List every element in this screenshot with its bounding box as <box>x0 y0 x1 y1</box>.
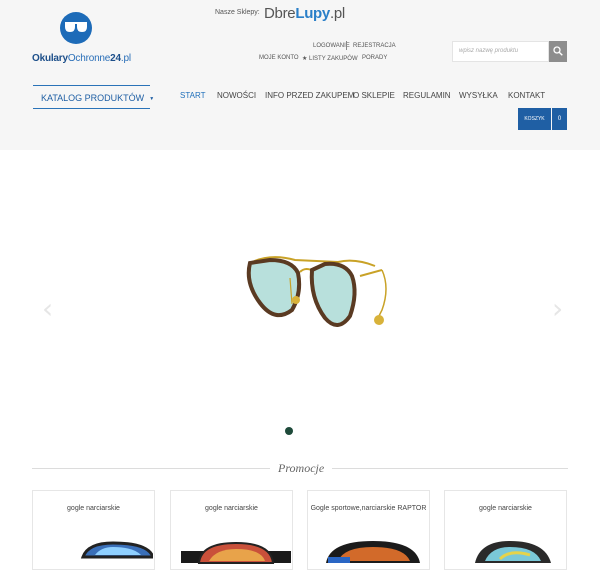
register-link[interactable]: Rejestracja <box>353 43 396 49</box>
search-icon <box>553 46 563 56</box>
product-card[interactable]: gogle narciarskie <box>170 490 293 570</box>
product-card[interactable]: Gogle sportowe,narciarskie RAPTOR <box>307 490 430 570</box>
product-title[interactable]: gogle narciarskie <box>445 505 566 512</box>
site-header: OkularyOchronne24.pl Nasze Sklepy: DbreL… <box>0 0 600 150</box>
logo-text-tld: .pl <box>120 53 131 64</box>
store-name-3: Lupy <box>295 5 330 22</box>
search-button[interactable] <box>549 41 567 62</box>
nav-shipping[interactable]: WYSYŁKA <box>459 91 498 100</box>
catalog-label: KATALOG PRODUKTÓW <box>41 93 145 103</box>
cart-button[interactable]: Koszyk <box>518 108 551 130</box>
aviator-glasses-image <box>246 256 387 327</box>
ski-goggles-image <box>80 541 153 559</box>
promo-divider-left <box>32 468 270 469</box>
product-catalog-dropdown[interactable]: KATALOG PRODUKTÓW ▼ <box>33 85 154 109</box>
logo-text-bold: Okulary <box>32 53 68 64</box>
store-name-2: bre <box>274 5 296 22</box>
slider-next-arrow[interactable]: › <box>552 292 563 325</box>
nav-contact[interactable]: KONTAKT <box>508 91 545 100</box>
nav-terms[interactable]: REGULAMIN <box>403 91 451 100</box>
site-logo[interactable]: OkularyOchronne24.pl <box>32 12 142 68</box>
store-name-4: .pl <box>329 5 345 22</box>
logo-text: OkularyOchronne24.pl <box>32 53 131 64</box>
product-title[interactable]: gogle narciarskie <box>171 505 292 512</box>
product-card[interactable]: gogle narciarskie <box>32 490 155 570</box>
logo-text-light: Ochronne <box>67 53 111 64</box>
dobrelupy-store-link[interactable]: DbreLupy.pl <box>264 5 345 22</box>
login-link[interactable]: Logowanie <box>313 43 350 49</box>
ski-goggles-image <box>181 541 291 564</box>
link-divider <box>346 41 347 50</box>
chevron-down-icon: ▼ <box>149 95 155 102</box>
glasses-logo-icon <box>60 12 92 44</box>
product-card[interactable]: gogle narciarskie <box>444 490 567 570</box>
logo-text-suffix: 24 <box>110 53 121 64</box>
product-title[interactable]: gogle narciarskie <box>33 505 154 512</box>
nav-info-before-purchase[interactable]: INFO PRZED ZAKUPEM <box>265 91 354 100</box>
slider-prev-arrow[interactable]: ‹ <box>42 292 53 325</box>
nav-new[interactable]: NOWOŚCI <box>217 91 256 100</box>
nav-start[interactable]: START <box>180 91 205 100</box>
product-title[interactable]: Gogle sportowe,narciarskie RAPTOR <box>308 505 429 512</box>
cart-count-badge[interactable]: 0 <box>552 108 567 130</box>
shopping-lists-link[interactable]: ★ Listy zakupów <box>302 55 358 62</box>
promo-section-title: Promocje <box>278 461 325 475</box>
search-input[interactable]: wpisz nazwę produktu <box>452 41 549 62</box>
ski-goggles-image <box>326 541 420 563</box>
slider-dot-active[interactable] <box>285 427 293 435</box>
promo-divider-right <box>332 468 568 469</box>
stores-label: Nasze Sklepy: <box>215 9 260 16</box>
store-name-1: D <box>264 5 275 22</box>
nav-about-shop[interactable]: O SKLEPIE <box>353 91 395 100</box>
my-account-link[interactable]: Moje konto <box>259 55 299 61</box>
ski-goggles-image <box>475 541 551 563</box>
advice-link[interactable]: Porady <box>362 55 387 61</box>
